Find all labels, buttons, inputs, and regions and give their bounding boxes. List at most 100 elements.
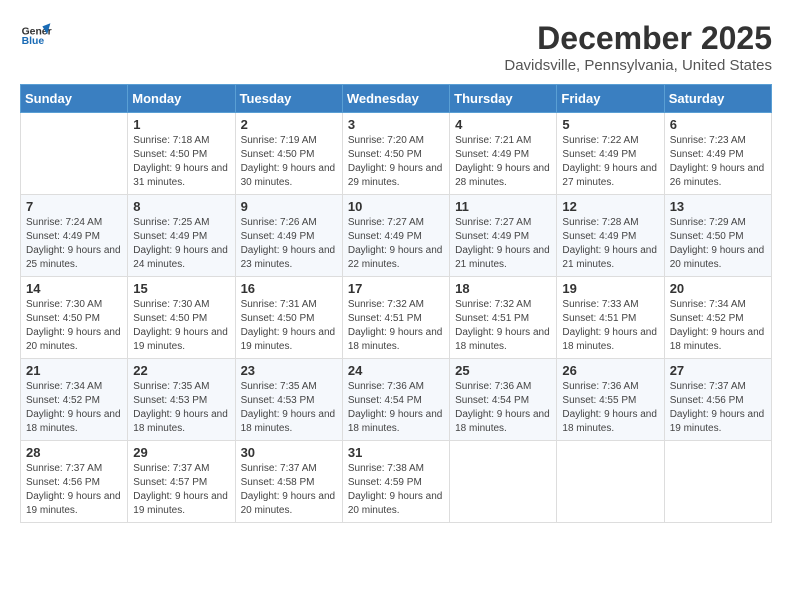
calendar-cell: 22 Sunrise: 7:35 AMSunset: 4:53 PMDayligh… <box>128 359 235 441</box>
calendar-week-row: 14 Sunrise: 7:30 AMSunset: 4:50 PMDayligh… <box>21 277 772 359</box>
day-number: 9 <box>241 199 337 214</box>
day-of-week-friday: Friday <box>557 85 664 113</box>
day-number: 8 <box>133 199 229 214</box>
day-number: 22 <box>133 363 229 378</box>
day-number: 14 <box>26 281 122 296</box>
day-of-week-thursday: Thursday <box>450 85 557 113</box>
day-number: 13 <box>670 199 766 214</box>
calendar-cell: 11 Sunrise: 7:27 AMSunset: 4:49 PMDayligh… <box>450 195 557 277</box>
page-header: General Blue December 2025 Davidsville, … <box>20 20 772 74</box>
day-of-week-wednesday: Wednesday <box>342 85 449 113</box>
calendar-cell: 21Sunrise: 7:34 AMSunset: 4:52 PMDayligh… <box>21 359 128 441</box>
day-number: 31 <box>348 445 444 460</box>
title-block: December 2025 Davidsville, Pennsylvania,… <box>504 20 772 74</box>
day-number: 26 <box>562 363 658 378</box>
day-info: Sunrise: 7:20 AMSunset: 4:50 PMDaylight:… <box>348 134 444 190</box>
calendar-cell: 10 Sunrise: 7:27 AMSunset: 4:49 PMDayligh… <box>342 195 449 277</box>
day-number: 25 <box>455 363 551 378</box>
day-number: 4 <box>455 117 551 132</box>
day-number: 23 <box>241 363 337 378</box>
day-number: 15 <box>133 281 229 296</box>
day-number: 12 <box>562 199 658 214</box>
day-info: Sunrise: 7:28 AMSunset: 4:49 PMDaylight:… <box>562 216 658 272</box>
day-info: Sunrise: 7:18 AMSunset: 4:50 PMDaylight:… <box>133 134 229 190</box>
calendar-cell <box>664 441 771 523</box>
day-number: 28 <box>26 445 122 460</box>
calendar-cell: 9 Sunrise: 7:26 AMSunset: 4:49 PMDaylight… <box>235 195 342 277</box>
day-info: Sunrise: 7:32 AMSunset: 4:51 PMDaylight:… <box>455 298 551 354</box>
calendar-week-row: 1 Sunrise: 7:18 AMSunset: 4:50 PMDaylight… <box>21 113 772 195</box>
day-of-week-tuesday: Tuesday <box>235 85 342 113</box>
day-info: Sunrise: 7:34 AMSunset: 4:52 PMDaylight:… <box>670 298 766 354</box>
calendar-cell: 13Sunrise: 7:29 AMSunset: 4:50 PMDayligh… <box>664 195 771 277</box>
day-info: Sunrise: 7:36 AMSunset: 4:54 PMDaylight:… <box>348 380 444 436</box>
day-number: 17 <box>348 281 444 296</box>
day-number: 20 <box>670 281 766 296</box>
day-info: Sunrise: 7:19 AMSunset: 4:50 PMDaylight:… <box>241 134 337 190</box>
day-number: 29 <box>133 445 229 460</box>
calendar-cell: 14Sunrise: 7:30 AMSunset: 4:50 PMDayligh… <box>21 277 128 359</box>
logo: General Blue <box>20 20 52 52</box>
calendar-week-row: 28 Sunrise: 7:37 AMSunset: 4:56 PMDayligh… <box>21 441 772 523</box>
day-number: 10 <box>348 199 444 214</box>
calendar-table: SundayMondayTuesdayWednesdayThursdayFrid… <box>20 84 772 523</box>
location-title: Davidsville, Pennsylvania, United States <box>504 57 772 74</box>
day-number: 6 <box>670 117 766 132</box>
calendar-cell: 4Sunrise: 7:21 AMSunset: 4:49 PMDaylight… <box>450 113 557 195</box>
day-info: Sunrise: 7:33 AMSunset: 4:51 PMDaylight:… <box>562 298 658 354</box>
day-info: Sunrise: 7:26 AMSunset: 4:49 PMDaylight:… <box>241 216 337 272</box>
day-info: Sunrise: 7:27 AMSunset: 4:49 PMDaylight:… <box>455 216 551 272</box>
day-number: 2 <box>241 117 337 132</box>
day-info: Sunrise: 7:35 AMSunset: 4:53 PMDaylight:… <box>133 380 229 436</box>
calendar-cell: 31 Sunrise: 7:38 AMSunset: 4:59 PMDayligh… <box>342 441 449 523</box>
day-number: 27 <box>670 363 766 378</box>
day-number: 16 <box>241 281 337 296</box>
calendar-cell: 12 Sunrise: 7:28 AMSunset: 4:49 PMDayligh… <box>557 195 664 277</box>
calendar-cell: 18 Sunrise: 7:32 AMSunset: 4:51 PMDayligh… <box>450 277 557 359</box>
calendar-week-row: 21Sunrise: 7:34 AMSunset: 4:52 PMDayligh… <box>21 359 772 441</box>
day-info: Sunrise: 7:35 AMSunset: 4:53 PMDaylight:… <box>241 380 337 436</box>
day-info: Sunrise: 7:38 AMSunset: 4:59 PMDaylight:… <box>348 462 444 518</box>
day-number: 11 <box>455 199 551 214</box>
calendar-cell <box>21 113 128 195</box>
calendar-cell <box>450 441 557 523</box>
calendar-cell: 7Sunrise: 7:24 AMSunset: 4:49 PMDaylight… <box>21 195 128 277</box>
day-info: Sunrise: 7:37 AMSunset: 4:56 PMDaylight:… <box>26 462 122 518</box>
calendar-cell <box>557 441 664 523</box>
calendar-header-row: SundayMondayTuesdayWednesdayThursdayFrid… <box>21 85 772 113</box>
day-number: 7 <box>26 199 122 214</box>
day-number: 18 <box>455 281 551 296</box>
day-of-week-sunday: Sunday <box>21 85 128 113</box>
day-number: 19 <box>562 281 658 296</box>
day-number: 3 <box>348 117 444 132</box>
calendar-cell: 15 Sunrise: 7:30 AMSunset: 4:50 PMDayligh… <box>128 277 235 359</box>
calendar-cell: 5Sunrise: 7:22 AMSunset: 4:49 PMDaylight… <box>557 113 664 195</box>
day-info: Sunrise: 7:31 AMSunset: 4:50 PMDaylight:… <box>241 298 337 354</box>
calendar-cell: 3 Sunrise: 7:20 AMSunset: 4:50 PMDaylight… <box>342 113 449 195</box>
day-info: Sunrise: 7:27 AMSunset: 4:49 PMDaylight:… <box>348 216 444 272</box>
calendar-cell: 29Sunrise: 7:37 AMSunset: 4:57 PMDayligh… <box>128 441 235 523</box>
day-info: Sunrise: 7:23 AMSunset: 4:49 PMDaylight:… <box>670 134 766 190</box>
day-of-week-monday: Monday <box>128 85 235 113</box>
day-number: 30 <box>241 445 337 460</box>
day-info: Sunrise: 7:30 AMSunset: 4:50 PMDaylight:… <box>133 298 229 354</box>
day-info: Sunrise: 7:36 AMSunset: 4:54 PMDaylight:… <box>455 380 551 436</box>
calendar-cell: 8 Sunrise: 7:25 AMSunset: 4:49 PMDaylight… <box>128 195 235 277</box>
day-info: Sunrise: 7:37 AMSunset: 4:56 PMDaylight:… <box>670 380 766 436</box>
calendar-week-row: 7Sunrise: 7:24 AMSunset: 4:49 PMDaylight… <box>21 195 772 277</box>
calendar-cell: 27 Sunrise: 7:37 AMSunset: 4:56 PMDayligh… <box>664 359 771 441</box>
calendar-cell: 1 Sunrise: 7:18 AMSunset: 4:50 PMDaylight… <box>128 113 235 195</box>
calendar-cell: 17 Sunrise: 7:32 AMSunset: 4:51 PMDayligh… <box>342 277 449 359</box>
day-info: Sunrise: 7:32 AMSunset: 4:51 PMDaylight:… <box>348 298 444 354</box>
day-info: Sunrise: 7:37 AMSunset: 4:58 PMDaylight:… <box>241 462 337 518</box>
day-info: Sunrise: 7:25 AMSunset: 4:49 PMDaylight:… <box>133 216 229 272</box>
calendar-cell: 6 Sunrise: 7:23 AMSunset: 4:49 PMDaylight… <box>664 113 771 195</box>
calendar-cell: 20 Sunrise: 7:34 AMSunset: 4:52 PMDayligh… <box>664 277 771 359</box>
calendar-cell: 25 Sunrise: 7:36 AMSunset: 4:54 PMDayligh… <box>450 359 557 441</box>
calendar-cell: 24 Sunrise: 7:36 AMSunset: 4:54 PMDayligh… <box>342 359 449 441</box>
day-number: 1 <box>133 117 229 132</box>
calendar-cell: 30 Sunrise: 7:37 AMSunset: 4:58 PMDayligh… <box>235 441 342 523</box>
month-title: December 2025 <box>504 20 772 57</box>
calendar-cell: 2 Sunrise: 7:19 AMSunset: 4:50 PMDaylight… <box>235 113 342 195</box>
day-number: 24 <box>348 363 444 378</box>
